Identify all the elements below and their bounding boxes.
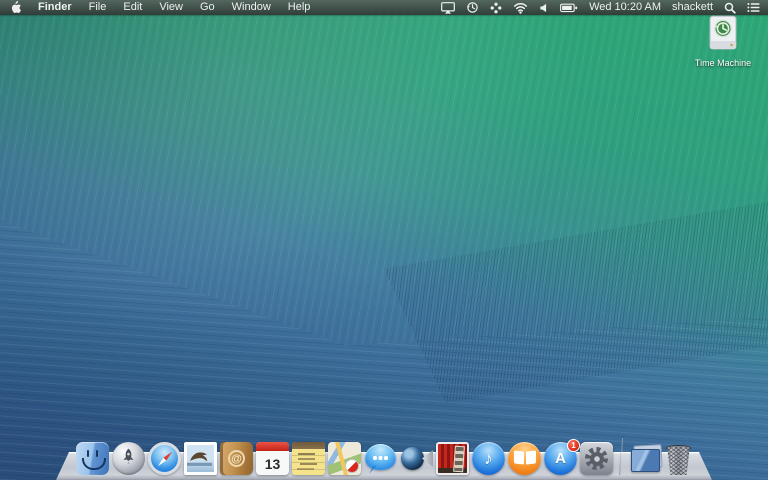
menu-view[interactable]: View (159, 0, 183, 15)
airplay-display-icon[interactable] (441, 2, 455, 14)
notification-center-icon[interactable] (747, 2, 760, 13)
apple-menu-icon[interactable] (10, 1, 21, 14)
dock-item-photo-booth[interactable] (436, 442, 469, 475)
fast-user-switch-menu[interactable]: shackett (672, 0, 713, 15)
time-machine-menu-icon[interactable] (466, 1, 479, 14)
dock-item-safari[interactable] (148, 442, 181, 475)
spotlight-icon[interactable] (724, 2, 736, 14)
volume-icon[interactable] (539, 2, 549, 14)
music-note-icon: ♪ (484, 450, 493, 467)
dock-item-documents-stack[interactable] (629, 442, 662, 475)
fan-icon[interactable] (490, 2, 502, 14)
wifi-icon[interactable] (513, 2, 528, 14)
dock-item-ibooks[interactable] (508, 442, 541, 475)
battery-icon[interactable] (560, 3, 578, 13)
menu-bar-clock[interactable]: Wed 10:20 AM (589, 0, 661, 15)
menu-window[interactable]: Window (232, 0, 271, 15)
rocket-icon (119, 447, 138, 471)
menu-help[interactable]: Help (288, 0, 311, 15)
menu-bar: Finder File Edit View Go Window Help (0, 0, 768, 15)
time-machine-drive-icon (705, 15, 741, 56)
dock-item-itunes[interactable]: ♪ (472, 442, 505, 475)
speech-bubble-icon (365, 444, 396, 470)
calendar-date: 13 (265, 453, 281, 475)
app-store-a-icon: A (555, 450, 566, 467)
menu-edit[interactable]: Edit (123, 0, 142, 15)
dock-item-facetime[interactable] (400, 442, 433, 475)
desktop-icon-label: Time Machine (695, 58, 751, 68)
dock: @ 13 ♪ A 1 (56, 436, 712, 480)
app-store-badge: 1 (567, 439, 580, 452)
camera-lens-icon (401, 447, 424, 470)
dock-item-contacts[interactable]: @ (220, 442, 253, 475)
desktop-icon-time-machine[interactable]: Time Machine (682, 15, 764, 68)
desktop: Finder File Edit View Go Window Help (0, 0, 768, 480)
dock-item-finder[interactable] (76, 442, 109, 475)
dock-item-mail[interactable] (184, 442, 217, 475)
camera-body-icon (422, 450, 433, 467)
menu-file[interactable]: File (89, 0, 107, 15)
trash-basket-icon (666, 447, 691, 475)
dock-item-system-preferences[interactable] (580, 442, 613, 475)
stamp-eagle-icon (187, 445, 214, 472)
dock-item-messages[interactable] (364, 442, 397, 475)
dock-item-launchpad[interactable] (112, 442, 145, 475)
dock-item-maps[interactable] (328, 442, 361, 475)
menu-finder[interactable]: Finder (38, 0, 72, 15)
dock-item-app-store[interactable]: A 1 (544, 442, 577, 475)
dock-item-calendar[interactable]: 13 (256, 442, 289, 475)
at-sign-icon: @ (228, 450, 245, 467)
menu-go[interactable]: Go (200, 0, 215, 15)
dock-divider (619, 438, 623, 475)
dock-item-notes[interactable] (292, 442, 325, 475)
dock-icons-row: @ 13 ♪ A 1 (56, 438, 712, 475)
dock-item-trash[interactable] (665, 444, 692, 475)
